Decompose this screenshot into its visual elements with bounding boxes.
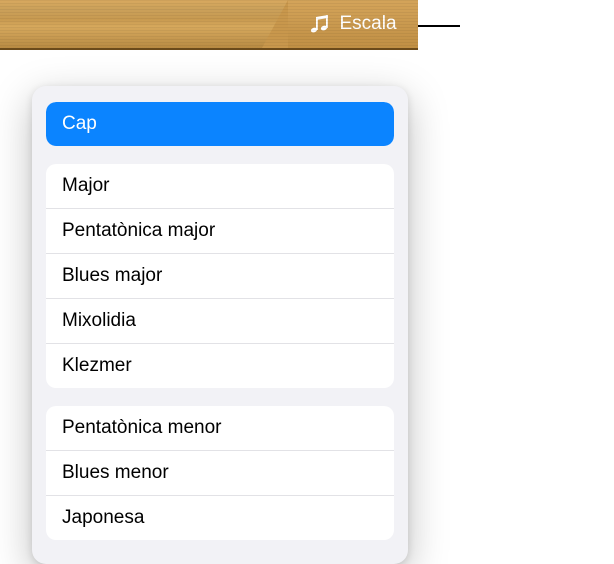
scale-option[interactable]: Blues major <box>46 254 394 299</box>
scale-option-none[interactable]: Cap <box>46 102 394 146</box>
scale-option[interactable]: Blues menor <box>46 451 394 496</box>
scale-option[interactable]: Japonesa <box>46 496 394 540</box>
scale-group-minor: Pentatònica menor Blues menor Japonesa <box>46 406 394 540</box>
scale-group-none: Cap <box>46 102 394 146</box>
scale-option[interactable]: Klezmer <box>46 344 394 388</box>
scale-option[interactable]: Major <box>46 164 394 209</box>
scale-option[interactable]: Pentatònica major <box>46 209 394 254</box>
scale-group-major: Major Pentatònica major Blues major Mixo… <box>46 164 394 388</box>
music-notes-icon <box>309 14 331 34</box>
escala-tab[interactable]: Escala <box>288 0 418 48</box>
callout-line <box>418 25 460 27</box>
scale-option[interactable]: Pentatònica menor <box>46 406 394 451</box>
escala-label: Escala <box>339 13 396 35</box>
scale-popover: Cap Major Pentatònica major Blues major … <box>32 86 408 564</box>
scale-option[interactable]: Mixolidia <box>46 299 394 344</box>
toolbar: Escala <box>0 0 418 50</box>
